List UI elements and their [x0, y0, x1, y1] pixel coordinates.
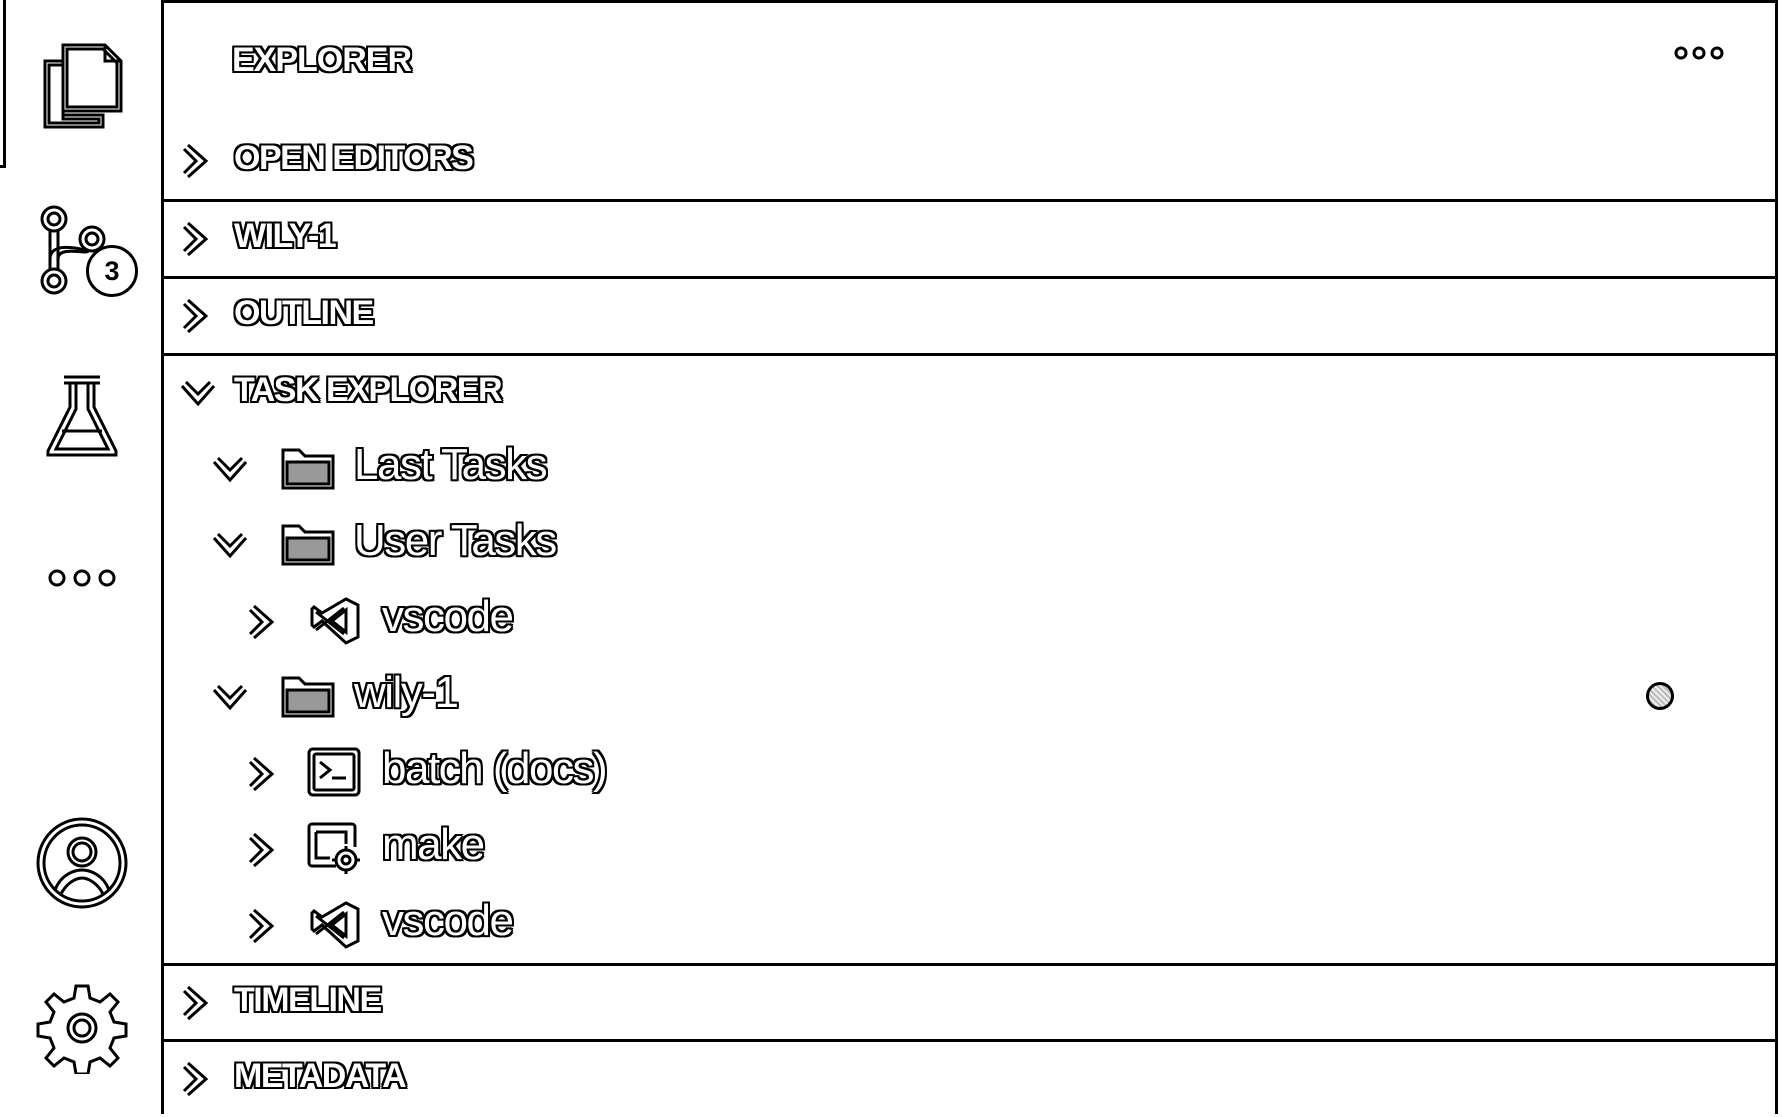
chevron-right-icon — [248, 754, 278, 799]
more-views-button[interactable] — [0, 560, 164, 600]
chevron-right-icon — [182, 1059, 212, 1104]
vscode-icon — [310, 596, 362, 651]
sidebar-more-button[interactable] — [1673, 43, 1725, 68]
tree-item-label: batch (docs) — [382, 744, 608, 793]
section-label: TIMELINE — [234, 981, 382, 1019]
tree-item[interactable]: vscode — [164, 888, 1775, 964]
tree-item-label: wily-1 — [354, 668, 459, 717]
section-outline[interactable]: OUTLINE — [164, 276, 1775, 352]
section-header[interactable]: OPEN EDITORS — [164, 123, 1775, 197]
manage-button[interactable] — [0, 980, 164, 1080]
chevron-down-icon — [210, 456, 250, 491]
tree-item[interactable]: batch (docs) — [164, 736, 1775, 812]
testing-button[interactable] — [0, 368, 164, 468]
section-task-explorer: TASK EXPLORER Last Tasks User Tasks vsco… — [164, 353, 1775, 963]
folder-open-icon — [280, 674, 336, 725]
account-icon — [35, 816, 129, 915]
chevron-right-icon — [182, 296, 212, 341]
section-label: OPEN EDITORS — [234, 139, 474, 177]
source-control-button[interactable]: 3 — [0, 198, 164, 308]
vscode-icon — [310, 900, 362, 955]
tree-item[interactable]: wily-1 — [164, 660, 1775, 736]
section-label: METADATA — [234, 1057, 407, 1095]
explorer-button[interactable] — [0, 28, 164, 138]
chevron-right-icon — [248, 830, 278, 875]
tree-item-label: vscode — [382, 592, 514, 641]
ellipsis-icon — [1673, 46, 1725, 67]
accounts-button[interactable] — [0, 815, 164, 915]
activity-bar: 3 — [0, 0, 164, 1114]
chevron-right-icon — [248, 906, 278, 951]
folder-open-icon — [280, 446, 336, 497]
tree-item[interactable]: User Tasks — [164, 508, 1775, 584]
tree-item[interactable]: Last Tasks — [164, 432, 1775, 508]
folder-open-icon — [280, 522, 336, 573]
section-header[interactable]: WILY-1 — [164, 202, 1775, 276]
chevron-right-icon — [182, 219, 212, 264]
files-icon — [39, 33, 125, 134]
chevron-down-icon — [210, 684, 250, 719]
chevron-right-icon — [182, 983, 212, 1028]
tree-item-label: Last Tasks — [354, 440, 548, 489]
status-indicator — [1646, 682, 1674, 710]
gear-icon — [36, 982, 128, 1079]
section-header[interactable]: TIMELINE — [164, 966, 1775, 1040]
chevron-down-icon — [210, 532, 250, 567]
source-control-badge: 3 — [86, 245, 138, 297]
tree-item[interactable]: make — [164, 812, 1775, 888]
sidebar-title: EXPLORER — [232, 41, 412, 79]
sidebar-explorer: EXPLORER OPEN EDITORS WILY-1 OUTLINE TAS… — [164, 0, 1778, 1114]
tree-item-label: User Tasks — [354, 516, 557, 565]
section-label: OUTLINE — [234, 294, 374, 332]
section-header[interactable]: TASK EXPLORER — [164, 356, 1775, 430]
source-control-icon: 3 — [34, 203, 138, 303]
tree-item[interactable]: vscode — [164, 584, 1775, 660]
chevron-down-icon — [178, 380, 218, 415]
tree-item-label: make — [382, 820, 485, 869]
section-label: TASK EXPLORER — [234, 371, 503, 409]
section-metadata[interactable]: METADATA — [164, 1039, 1775, 1117]
section-wily-1[interactable]: WILY-1 — [164, 199, 1775, 275]
terminal-icon — [306, 746, 362, 803]
section-label: WILY-1 — [234, 217, 337, 255]
section-timeline[interactable]: TIMELINE — [164, 963, 1775, 1039]
ellipsis-icon — [47, 568, 117, 593]
section-open-editors[interactable]: OPEN EDITORS — [164, 123, 1775, 199]
chevron-right-icon — [182, 141, 212, 186]
section-header[interactable]: OUTLINE — [164, 279, 1775, 353]
settings-window-icon — [306, 822, 364, 881]
section-header[interactable]: METADATA — [164, 1042, 1775, 1116]
chevron-right-icon — [248, 602, 278, 647]
flask-icon — [46, 373, 118, 464]
tree-item-label: vscode — [382, 896, 514, 945]
